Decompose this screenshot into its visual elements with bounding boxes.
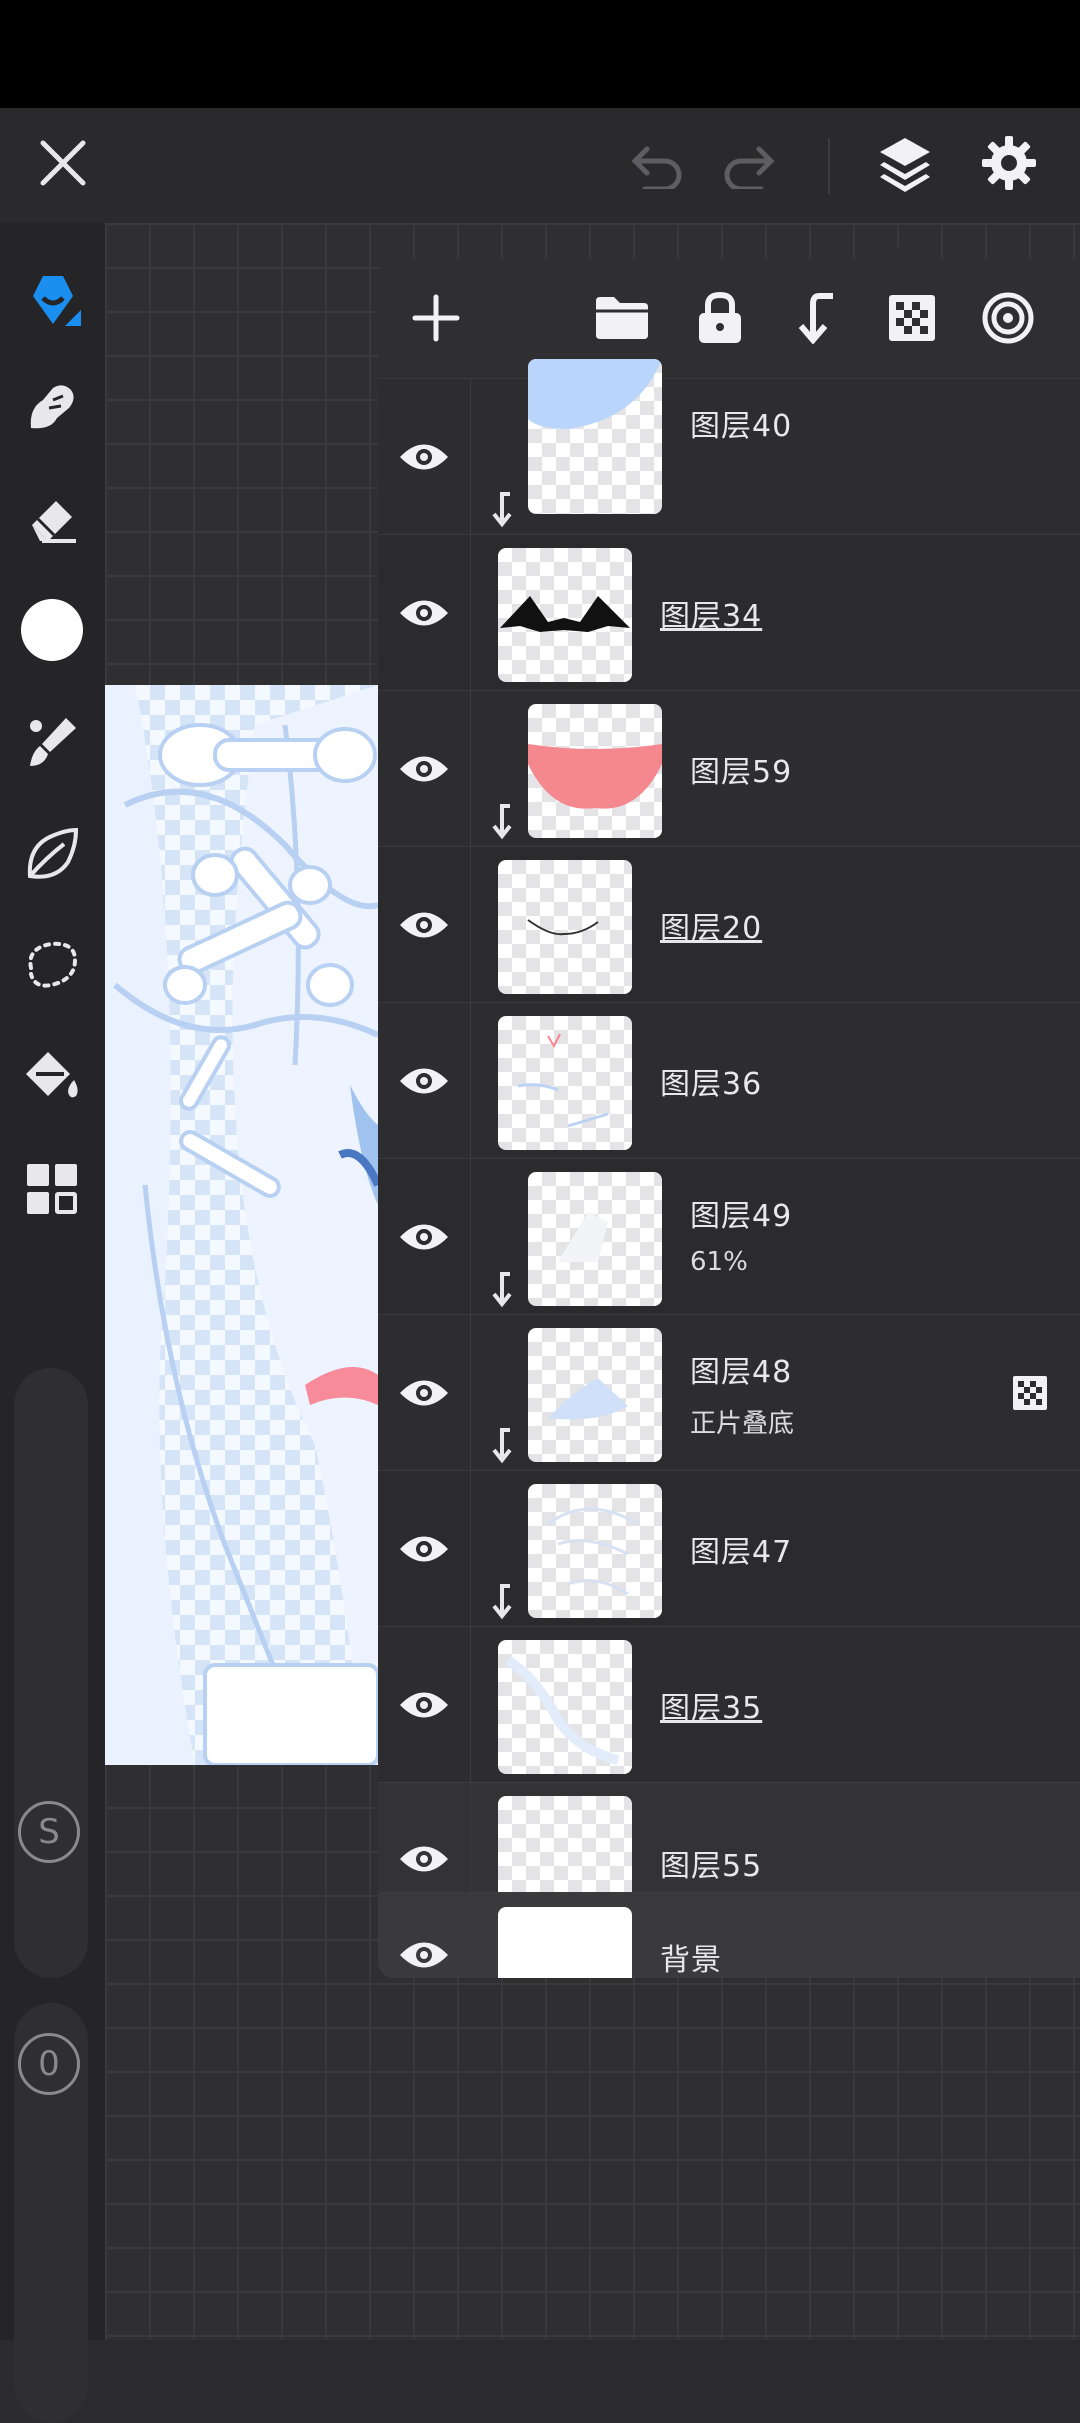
layer-separator — [470, 535, 471, 690]
layer-thumbnail — [528, 704, 662, 838]
eraser-icon[interactable] — [18, 485, 86, 553]
checker-icon — [1012, 1375, 1048, 1411]
lasso-icon[interactable] — [18, 931, 86, 999]
layer-thumbnail — [498, 548, 632, 682]
layer-row[interactable]: 图层35 — [378, 1626, 1080, 1782]
layer-separator — [470, 1783, 471, 1892]
layer-opacity: 61% — [690, 1247, 748, 1277]
status-bar — [0, 0, 1080, 108]
layer-thumbnail — [498, 1907, 632, 1978]
top-toolbar — [0, 108, 1080, 223]
size-slider[interactable]: S — [14, 1368, 88, 1978]
eye-icon[interactable] — [396, 431, 452, 483]
eye-icon[interactable] — [396, 1055, 452, 1107]
layer-row[interactable]: 图层48 正片叠底 — [378, 1314, 1080, 1470]
layer-separator — [470, 379, 471, 534]
pen-icon[interactable] — [18, 265, 86, 333]
layer-name: 图层49 — [690, 1199, 793, 1234]
layer-name: 图层36 — [660, 1067, 763, 1102]
eye-icon[interactable] — [396, 1523, 452, 1575]
eye-icon[interactable] — [396, 899, 452, 951]
eye-icon[interactable] — [396, 1211, 452, 1263]
layer-row[interactable]: 图层34 — [378, 534, 1080, 690]
panel-pointer — [888, 240, 924, 258]
layer-thumbnail — [528, 359, 662, 514]
left-toolbar: S 0 — [0, 223, 105, 2423]
layer-thumbnail — [528, 1328, 662, 1462]
layer-name: 图层20 — [660, 911, 763, 946]
clip-arrow-icon — [488, 804, 514, 840]
layer-thumbnail — [498, 1640, 632, 1774]
layer-row[interactable]: 图层47 — [378, 1470, 1080, 1626]
layer-thumbnail — [528, 1172, 662, 1306]
layer-row[interactable]: 图层40 — [378, 359, 1080, 534]
layer-name: 图层48 — [690, 1355, 793, 1390]
layer-separator — [470, 1627, 471, 1782]
background-layer-row[interactable]: 背景 — [378, 1892, 1080, 1978]
artwork-illustration — [105, 685, 378, 1765]
layer-name: 背景 — [660, 1943, 722, 1978]
layer-row[interactable]: 图层36 — [378, 1002, 1080, 1158]
layer-separator — [470, 691, 471, 846]
add-icon[interactable] — [406, 288, 466, 348]
color-swatch[interactable] — [18, 596, 86, 664]
artwork-canvas[interactable] — [105, 685, 378, 1765]
layer-separator — [470, 1003, 471, 1158]
opacity-slider[interactable]: 0 — [14, 2003, 88, 2423]
leaf-icon[interactable] — [18, 820, 86, 888]
redo-icon[interactable] — [718, 134, 784, 194]
layers-icon[interactable] — [870, 128, 940, 198]
layer-thumbnail — [498, 1016, 632, 1150]
toolbar-divider — [828, 138, 830, 194]
eye-icon[interactable] — [396, 1367, 452, 1419]
layer-name: 图层59 — [690, 755, 793, 790]
smudge-icon[interactable] — [18, 373, 86, 441]
layer-thumbnail — [528, 1484, 662, 1618]
layer-name: 图层55 — [660, 1849, 763, 1884]
gear-icon[interactable] — [976, 130, 1042, 196]
clip-arrow-icon — [488, 1272, 514, 1308]
clip-icon[interactable] — [786, 288, 846, 348]
eye-icon[interactable] — [396, 1679, 452, 1731]
target-icon[interactable] — [978, 288, 1038, 348]
size-slider-knob[interactable]: S — [18, 1801, 80, 1863]
eye-icon[interactable] — [396, 587, 452, 639]
layer-name: 图层47 — [690, 1535, 793, 1570]
clip-arrow-icon — [488, 1584, 514, 1620]
clip-arrow-icon — [488, 1428, 514, 1464]
layer-name: 图层40 — [690, 409, 793, 444]
folder-icon[interactable] — [592, 288, 652, 348]
layer-separator — [470, 1471, 471, 1626]
undo-icon[interactable] — [622, 134, 688, 194]
layer-row[interactable]: 图层55 — [378, 1782, 1080, 1930]
brush-icon[interactable] — [18, 708, 86, 776]
eye-icon[interactable] — [396, 743, 452, 795]
close-icon[interactable] — [30, 130, 96, 196]
layer-separator — [470, 1315, 471, 1470]
layers-panel: 图层40 图层34 图层59 图层20 图层36 图层49 61% 图层48 正… — [378, 258, 1080, 1978]
layer-name: 图层34 — [660, 599, 763, 634]
checker-icon[interactable] — [882, 288, 942, 348]
eye-icon[interactable] — [396, 1929, 452, 1978]
fill-bucket-icon[interactable] — [18, 1043, 86, 1111]
layer-row[interactable]: 图层20 — [378, 846, 1080, 1002]
layer-blend-mode: 正片叠底 — [690, 1409, 795, 1439]
layers-panel-toolbar — [378, 258, 1080, 378]
grid-icon[interactable] — [18, 1155, 86, 1223]
opacity-slider-knob[interactable]: 0 — [18, 2033, 80, 2095]
layer-row[interactable]: 图层59 — [378, 690, 1080, 846]
layer-separator — [470, 847, 471, 1002]
layer-thumbnail — [498, 860, 632, 994]
layer-name: 图层35 — [660, 1691, 763, 1726]
eye-icon[interactable] — [396, 1833, 452, 1885]
layer-row[interactable]: 图层49 61% — [378, 1158, 1080, 1314]
clip-arrow-icon — [488, 492, 514, 528]
layer-separator — [470, 1159, 471, 1314]
lock-icon[interactable] — [690, 288, 750, 348]
layer-list: 图层40 图层34 图层59 图层20 图层36 图层49 61% 图层48 正… — [378, 359, 1080, 1978]
